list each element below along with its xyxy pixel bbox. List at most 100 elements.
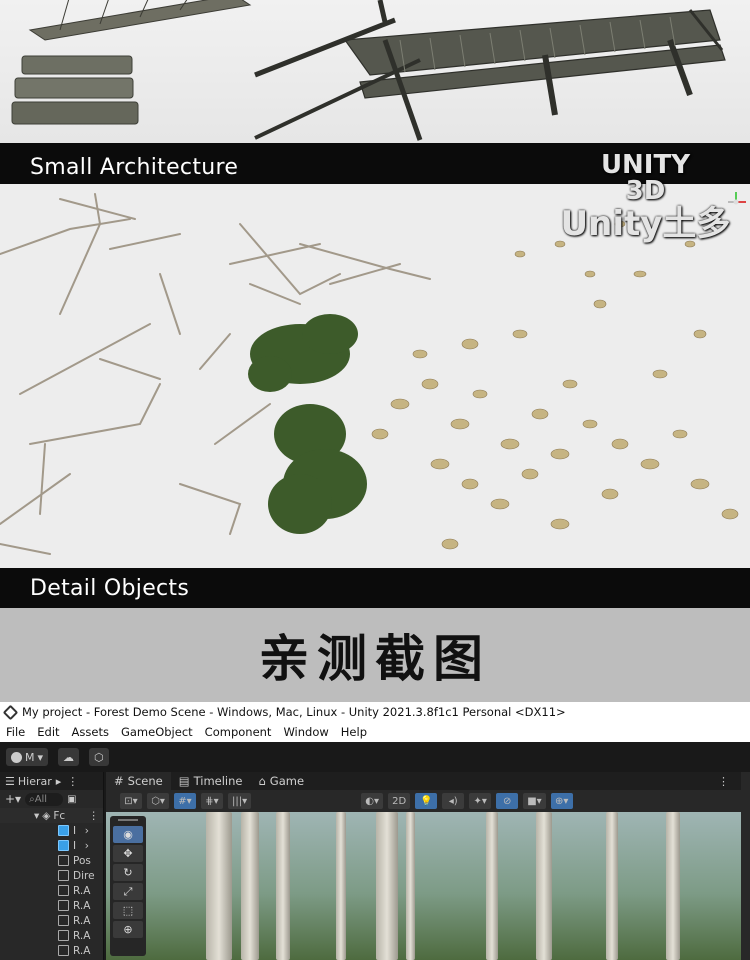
tab-scene-label: Scene	[127, 774, 163, 788]
tree-trunk	[666, 812, 680, 960]
gizmos-dropdown[interactable]: ⊕▾	[550, 793, 573, 809]
hierarchy-toolbar: +▾ ⌕ All ▣	[0, 790, 103, 808]
hierarchy-tab[interactable]: ☰ Hierar ▸ ⋮	[0, 772, 103, 790]
rotate-tool-icon[interactable]: ↻	[113, 864, 143, 881]
hierarchy-item[interactable]: Pos	[0, 853, 103, 868]
hierarchy-item-label: R.A	[73, 929, 91, 942]
camera-dropdown[interactable]: ■▾	[523, 793, 546, 809]
menu-edit[interactable]: Edit	[37, 725, 59, 739]
shading-mode-dropdown[interactable]: ◐▾	[361, 793, 384, 809]
2d-toggle[interactable]: 2D	[388, 793, 411, 809]
detail-objects-label: Detail Objects	[30, 575, 190, 601]
unity-logo-icon	[2, 704, 19, 720]
hierarchy-item[interactable]: I ›	[0, 823, 103, 838]
more-options-icon[interactable]: ⋮	[89, 810, 100, 822]
menu-window[interactable]: Window	[283, 725, 328, 739]
account-dropdown[interactable]: M ▾	[6, 748, 49, 766]
tab-scene[interactable]: # Scene	[106, 772, 171, 790]
hierarchy-item[interactable]: R.A	[0, 883, 103, 898]
tree-trunk	[276, 812, 290, 960]
hierarchy-item[interactable]: R.A	[0, 898, 103, 913]
snap-increment-dropdown[interactable]: ⋕▾	[201, 793, 223, 809]
tab-timeline-label: Timeline	[193, 774, 243, 788]
tested-screenshot-banner: 亲测截图	[0, 608, 750, 702]
grid-snap-toggle[interactable]: #▾	[174, 793, 196, 809]
scene-tab-bar: # Scene ▤ Timeline ⌂ Game ⋮	[106, 772, 741, 790]
unity-scene-icon: ◈	[42, 809, 51, 822]
gameobject-cube-icon	[58, 945, 69, 956]
scene-root-row[interactable]: ▾ ◈ Fc ⋮	[0, 808, 103, 823]
tool-handle-dropdown[interactable]: ⊡▾	[120, 793, 142, 809]
scale-tool-icon[interactable]: ⤢	[113, 883, 143, 900]
grid-icon: #	[114, 774, 124, 788]
more-options-icon[interactable]: ⋮	[718, 772, 729, 790]
lighting-toggle[interactable]: 💡	[415, 793, 438, 809]
account-label: M	[25, 750, 35, 764]
scene-view-toolbar: ⊡▾ ⬡▾ #▾ ⋕▾ |||▾ ◐▾ 2D 💡 ◂) ✦▾ ⊘ ■▾ ⊕▾	[106, 790, 741, 812]
incremental-snap-dropdown[interactable]: |||▾	[228, 793, 252, 809]
tree-trunk	[486, 812, 498, 960]
audio-toggle[interactable]: ◂)	[442, 793, 465, 809]
menu-file[interactable]: File	[6, 725, 25, 739]
more-options-icon[interactable]: ⋮	[67, 775, 78, 788]
gameobject-cube-icon	[58, 870, 69, 881]
tab-game[interactable]: ⌂ Game	[250, 772, 312, 790]
hierarchy-item-label: R.A	[73, 899, 91, 912]
lock-icon[interactable]: ▣	[67, 794, 76, 805]
overlay-drag-handle[interactable]	[118, 819, 138, 821]
collab-icon: ⬡	[94, 750, 104, 764]
tree-trunk	[606, 812, 618, 960]
bridge-illustration	[11, 0, 726, 141]
prefab-cube-icon	[58, 825, 69, 836]
chevron-down-icon: ▾	[37, 750, 44, 764]
hierarchy-item[interactable]: Dire	[0, 868, 103, 883]
architecture-preview-image	[0, 0, 750, 143]
scene-root-label: Fc	[53, 809, 66, 822]
hierarchy-item-label: I	[73, 824, 77, 837]
hierarchy-panel: ☰ Hierar ▸ ⋮ +▾ ⌕ All ▣ ▾ ◈ Fc ⋮ I › I › P…	[0, 772, 104, 960]
watermark-line-1: UNITY	[600, 150, 691, 180]
hierarchy-tab-label: Hierar	[17, 774, 52, 788]
hierarchy-item-label: Dire	[73, 869, 95, 882]
window-title: My project - Forest Demo Scene - Windows…	[22, 705, 566, 719]
gameobject-cube-icon	[58, 900, 69, 911]
tree-trunk	[406, 812, 415, 960]
hierarchy-item-label: R.A	[73, 914, 91, 927]
tree-trunk	[536, 812, 552, 960]
unity-watermark-logo: UNITY 3D Unity土多	[548, 152, 743, 244]
tree-trunk	[206, 812, 232, 960]
chevron-right-icon: ›	[84, 824, 89, 837]
cloud-button[interactable]: ☁	[58, 748, 80, 766]
menu-assets[interactable]: Assets	[72, 725, 109, 739]
search-input[interactable]: ⌕ All	[25, 792, 64, 806]
gameobject-cube-icon	[58, 915, 69, 926]
move-tool-icon[interactable]: ✥	[113, 845, 143, 862]
menu-help[interactable]: Help	[341, 725, 367, 739]
prefab-cube-icon	[58, 840, 69, 851]
hierarchy-item-label: Pos	[73, 854, 91, 867]
effects-dropdown[interactable]: ✦▾	[469, 793, 492, 809]
gamepad-icon: ⌂	[258, 774, 266, 788]
section-title-detail-objects: Detail Objects	[0, 568, 750, 608]
expand-arrow-icon: ▾	[34, 809, 40, 822]
tree-trunk	[376, 812, 398, 960]
rect-tool-icon[interactable]: ⬚	[113, 902, 143, 919]
visibility-toggle[interactable]: ⊘	[496, 793, 519, 809]
tab-timeline[interactable]: ▤ Timeline	[171, 772, 251, 790]
hierarchy-list-icon: ☰	[5, 774, 15, 788]
hierarchy-item[interactable]: I ›	[0, 838, 103, 853]
cloud-icon: ☁	[63, 750, 75, 764]
hierarchy-item[interactable]: R.A	[0, 928, 103, 943]
transform-tool-icon[interactable]: ⊕	[113, 921, 143, 938]
window-titlebar: My project - Forest Demo Scene - Windows…	[0, 702, 750, 722]
pivot-dropdown[interactable]: ⬡▾	[147, 793, 169, 809]
scene-viewport[interactable]: ◉ ✥ ↻ ⤢ ⬚ ⊕	[106, 812, 741, 960]
view-tool-eye-icon[interactable]: ◉	[113, 826, 143, 843]
hierarchy-item[interactable]: R.A	[0, 913, 103, 928]
hierarchy-item[interactable]: R.A	[0, 943, 103, 958]
collab-button[interactable]: ⬡	[89, 748, 109, 766]
add-icon[interactable]: +▾	[5, 792, 21, 806]
menu-component[interactable]: Component	[205, 725, 272, 739]
menu-bar: File Edit Assets GameObject Component Wi…	[0, 722, 750, 742]
menu-gameobject[interactable]: GameObject	[121, 725, 193, 739]
